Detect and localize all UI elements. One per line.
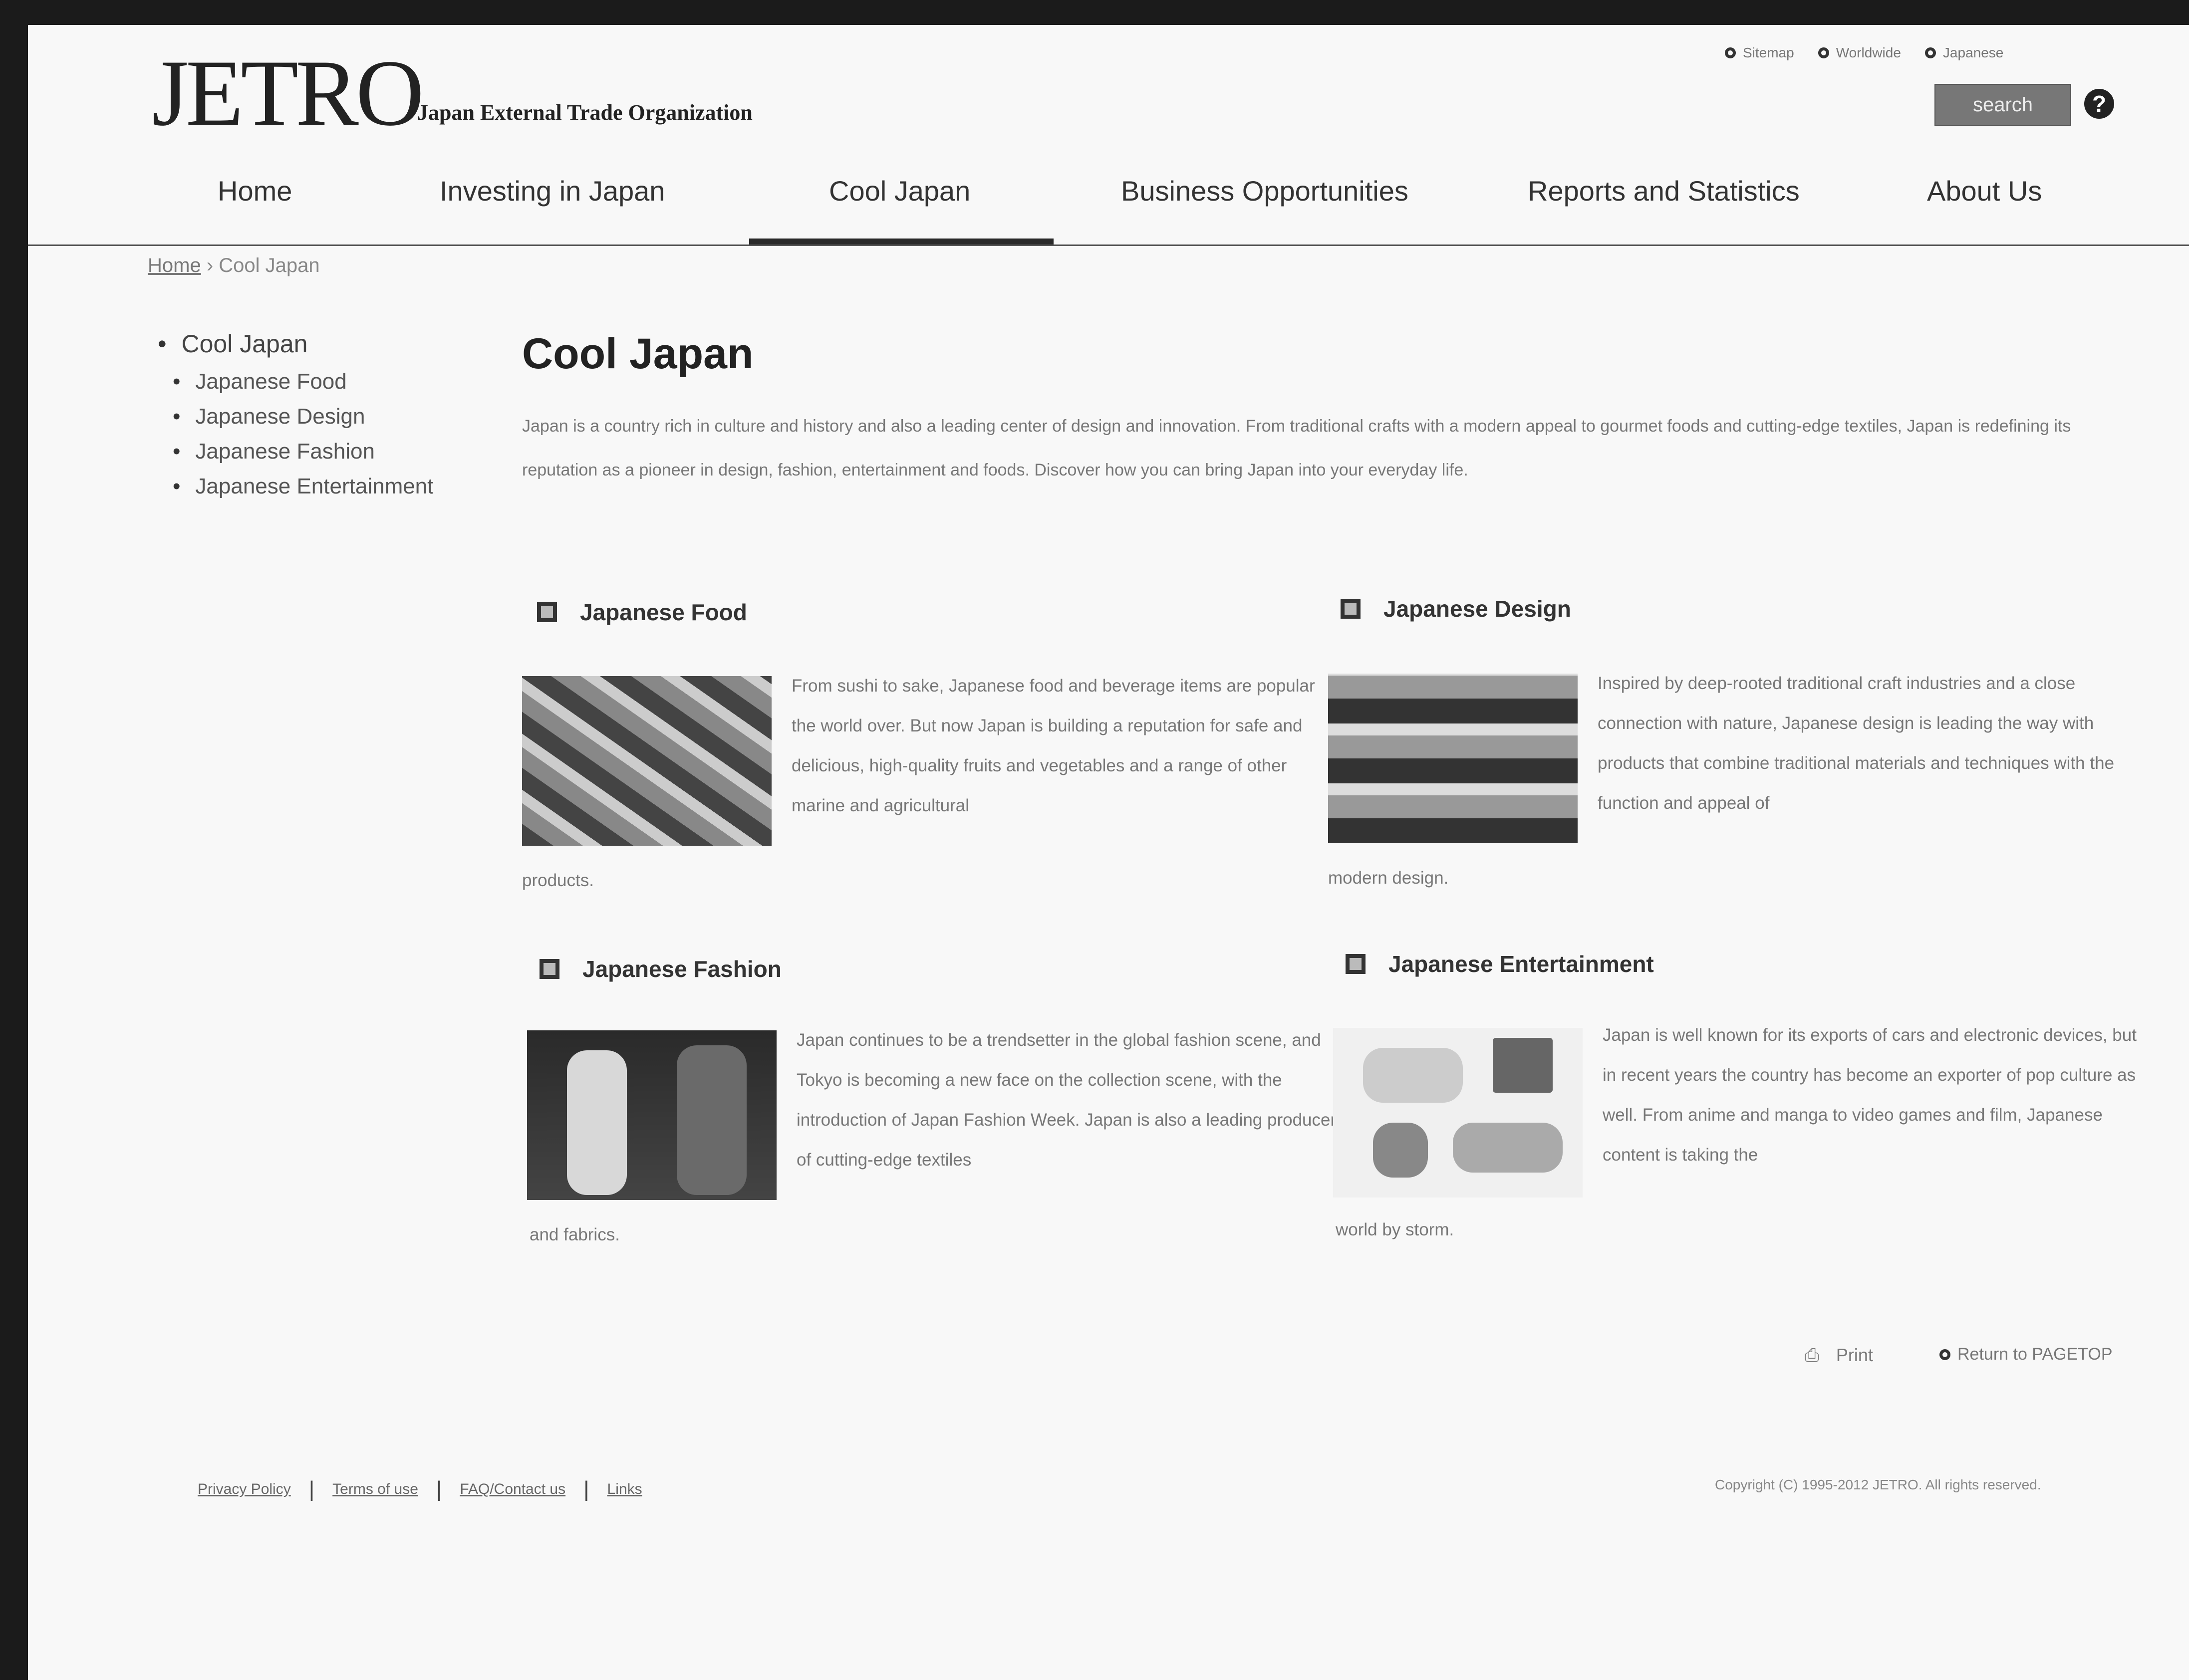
footer-link-terms[interactable]: Terms of use — [332, 1481, 418, 1498]
card-text-fashion: Japan continues to be a trendsetter in t… — [797, 1030, 1337, 1170]
card-text-design: Inspired by deep-rooted traditional craf… — [1598, 674, 2115, 813]
sidebar-item-food[interactable]: Japanese Food — [173, 369, 433, 394]
sidebar: Cool Japan Japanese Food Japanese Design… — [158, 329, 434, 509]
intro-text: Japan is a country rich in culture and h… — [522, 417, 2071, 480]
card-title-design[interactable]: Japanese Design — [1341, 595, 1571, 622]
sitemap-label: Sitemap — [1743, 45, 1794, 60]
sidebar-item-fashion[interactable]: Japanese Fashion — [173, 439, 433, 464]
device-shape — [1493, 1038, 1553, 1093]
circle-bullet-icon — [1725, 47, 1736, 58]
design-image[interactable] — [1328, 674, 1578, 843]
food-image[interactable] — [522, 676, 772, 846]
breadcrumb-home[interactable]: Home — [148, 254, 201, 276]
utility-links: Sitemap Worldwide Japanese — [1725, 45, 2003, 61]
help-icon[interactable]: ? — [2084, 89, 2114, 119]
card-tail-design: modern design. — [1328, 868, 1449, 888]
breadcrumb-separator: › — [206, 254, 219, 276]
model-figure — [677, 1045, 747, 1195]
nav-home[interactable]: Home — [218, 175, 292, 207]
entertainment-image[interactable] — [1333, 1028, 1583, 1198]
nav-about-us[interactable]: About Us — [1927, 175, 2042, 207]
main-nav: Home Investing in Japan Cool Japan Busin… — [28, 150, 2189, 246]
footer-separator: | — [436, 1477, 442, 1501]
fashion-image[interactable] — [527, 1030, 777, 1200]
footer-separator: | — [583, 1477, 589, 1501]
card-text-food: From sushi to sake, Japanese food and be… — [792, 676, 1315, 815]
footer-separator: | — [308, 1477, 315, 1501]
copyright: Copyright (C) 1995-2012 JETRO. All right… — [1715, 1477, 2041, 1492]
card-title-food-label: Japanese Food — [580, 599, 747, 625]
card-title-fashion-label: Japanese Fashion — [582, 956, 782, 982]
printer-icon: ⎙ — [1805, 1345, 1819, 1365]
card-tail-food: products. — [522, 871, 594, 890]
card-japanese-entertainment: Japanese Entertainment — [1346, 951, 1654, 977]
square-bullet-icon — [1346, 954, 1366, 974]
circle-bullet-icon — [1924, 47, 1936, 58]
footer-link-links[interactable]: Links — [607, 1481, 642, 1498]
nav-cool-japan[interactable]: Cool Japan — [829, 175, 970, 207]
card-title-entertainment[interactable]: Japanese Entertainment — [1346, 951, 1654, 977]
search-button[interactable]: search — [1934, 84, 2071, 126]
card-japanese-food: Japanese Food — [537, 599, 747, 626]
card-title-fashion[interactable]: Japanese Fashion — [540, 956, 782, 982]
print-link[interactable]: ⎙ Print — [1805, 1345, 1873, 1366]
sidebar-item-entertainment[interactable]: Japanese Entertainment — [173, 474, 433, 499]
return-to-pagetop-link[interactable]: Return to PAGETOP — [1939, 1345, 2113, 1364]
circle-bullet-icon — [1939, 1349, 1950, 1360]
breadcrumb: Home › Cool Japan — [148, 254, 320, 277]
org-name: Japan External Trade Organization — [417, 100, 753, 125]
footer-link-privacy[interactable]: Privacy Policy — [198, 1481, 291, 1498]
card-title-food[interactable]: Japanese Food — [537, 599, 747, 626]
pagetop-label: Return to PAGETOP — [1957, 1345, 2113, 1364]
japanese-label: Japanese — [1942, 45, 2004, 60]
square-bullet-icon — [1341, 599, 1361, 619]
sidebar-item-design[interactable]: Japanese Design — [173, 404, 433, 429]
footer-link-faq[interactable]: FAQ/Contact us — [460, 1481, 565, 1498]
worldwide-label: Worldwide — [1836, 45, 1901, 60]
breadcrumb-current: Cool Japan — [219, 254, 320, 276]
nav-business-opportunities[interactable]: Business Opportunities — [1121, 175, 1408, 207]
page-title: Cool Japan — [522, 330, 754, 378]
card-tail-fashion: and fabrics. — [530, 1225, 620, 1244]
device-shape — [1373, 1123, 1428, 1178]
sitemap-link[interactable]: Sitemap — [1725, 45, 1794, 61]
circle-bullet-icon — [1818, 47, 1829, 58]
print-label: Print — [1836, 1345, 1873, 1365]
model-figure — [567, 1050, 627, 1195]
japanese-link[interactable]: Japanese — [1924, 45, 2004, 61]
square-bullet-icon — [540, 959, 559, 979]
jetro-logo[interactable]: JETRO — [152, 46, 424, 141]
square-bullet-icon — [537, 602, 557, 622]
device-shape — [1453, 1123, 1563, 1173]
nav-reports-and-statistics[interactable]: Reports and Statistics — [1528, 175, 1800, 207]
card-text-entertainment: Japan is well known for its exports of c… — [1603, 1025, 2137, 1165]
card-tail-entertainment: world by storm. — [1336, 1220, 1454, 1239]
card-japanese-design: Japanese Design — [1341, 595, 1571, 622]
sidebar-title[interactable]: Cool Japan — [158, 329, 433, 358]
nav-active-indicator — [749, 239, 1054, 244]
device-shape — [1363, 1048, 1463, 1103]
card-japanese-fashion: Japanese Fashion — [540, 956, 782, 982]
footer-links: Privacy Policy | Terms of use | FAQ/Cont… — [198, 1477, 642, 1502]
card-title-design-label: Japanese Design — [1383, 596, 1571, 622]
card-title-entertainment-label: Japanese Entertainment — [1388, 951, 1654, 977]
worldwide-link[interactable]: Worldwide — [1818, 45, 1901, 61]
web-page: JETRO Japan External Trade Organization … — [28, 25, 2189, 1680]
nav-investing-in-japan[interactable]: Investing in Japan — [440, 175, 665, 207]
